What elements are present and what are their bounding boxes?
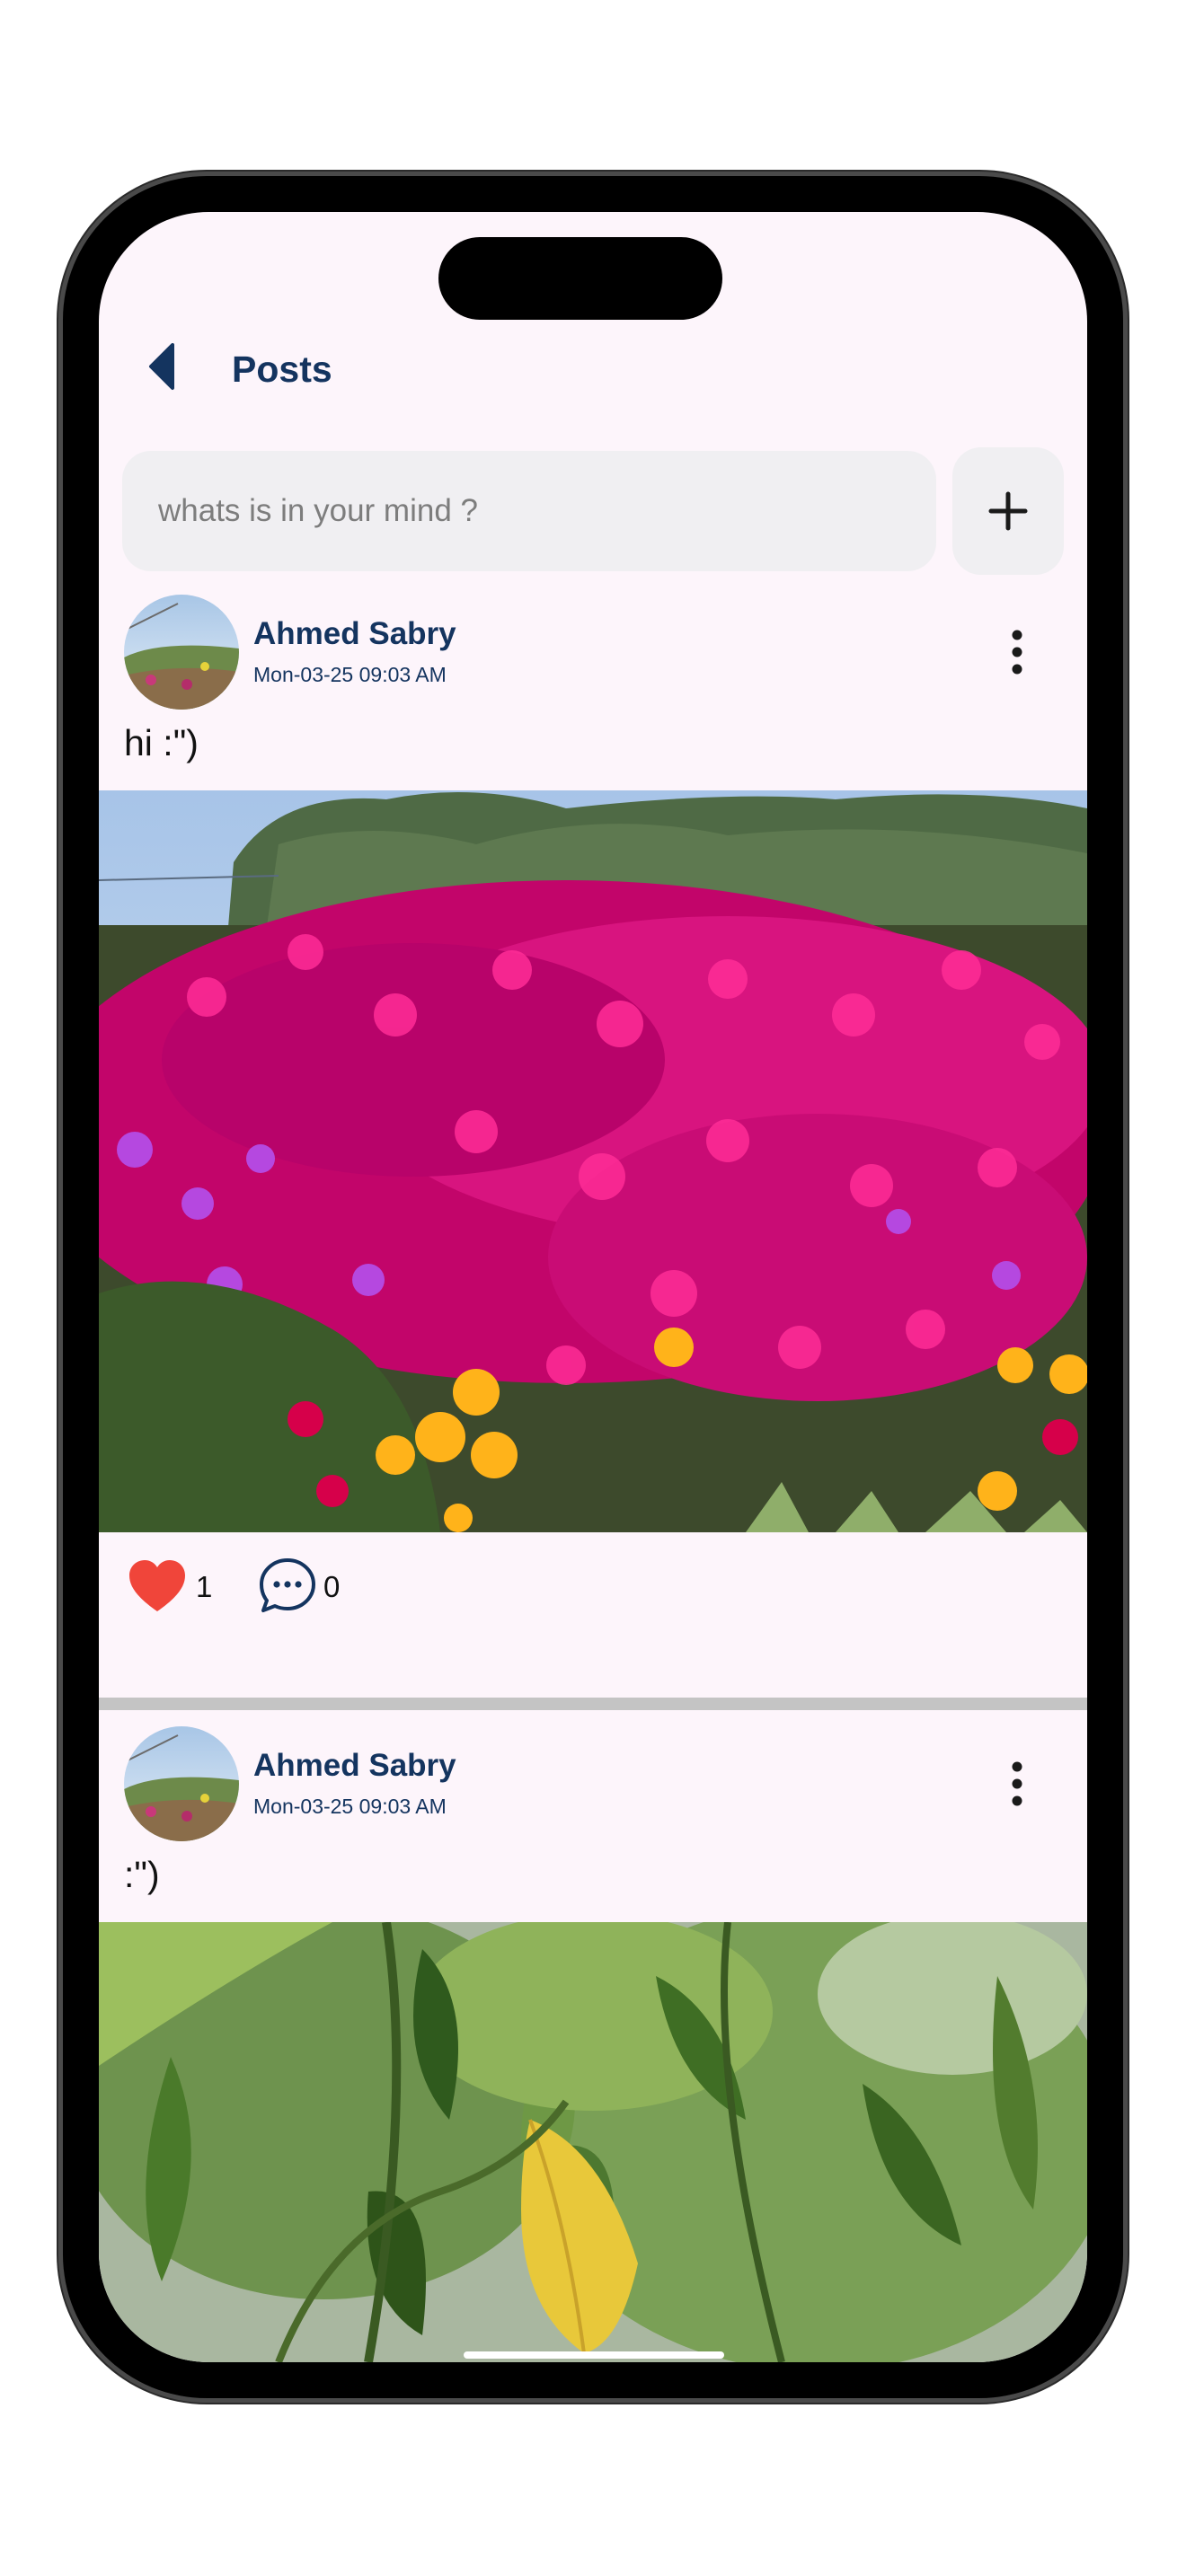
- phone-frame: Posts whats is in your mind ? Ahmed Sabr…: [63, 176, 1123, 2398]
- post-timestamp: Mon-03-25 09:03 AM: [253, 1795, 447, 1818]
- post-composer: [122, 447, 1064, 578]
- comment-button[interactable]: [257, 1556, 318, 1617]
- post-actions: 1 0: [99, 1547, 1087, 1628]
- like-button[interactable]: [128, 1557, 187, 1617]
- app-screen: Posts whats is in your mind ? Ahmed Sabr…: [99, 212, 1087, 2362]
- more-vertical-icon: [1012, 630, 1022, 675]
- plus-icon: [988, 491, 1028, 531]
- post-options-button[interactable]: [990, 1748, 1044, 1820]
- post-header: Ahmed Sabry Mon-03-25 09:03 AM: [99, 1721, 1087, 1847]
- post-card: Ahmed Sabry Mon-03-25 09:03 AM hi :") 1 …: [99, 589, 1087, 1694]
- comment-icon: [260, 1558, 315, 1612]
- post-options-button[interactable]: [990, 616, 1044, 688]
- post-divider: [99, 1698, 1087, 1710]
- post-author[interactable]: Ahmed Sabry: [253, 1748, 456, 1784]
- avatar[interactable]: [124, 595, 239, 710]
- like-count: 1: [196, 1570, 213, 1603]
- post-image[interactable]: [99, 790, 1087, 1532]
- post-image[interactable]: [99, 1922, 1087, 2362]
- more-vertical-icon: [1012, 1761, 1022, 1806]
- post-timestamp: Mon-03-25 09:03 AM: [253, 663, 447, 686]
- back-arrow-icon: [149, 343, 174, 390]
- post-text: hi :"): [124, 722, 199, 763]
- post-text: :"): [124, 1854, 160, 1895]
- avatar[interactable]: [124, 1726, 239, 1841]
- app-bar: Posts: [99, 329, 1087, 410]
- post-input[interactable]: [122, 451, 936, 571]
- add-post-button[interactable]: [952, 447, 1064, 575]
- dynamic-island: [438, 237, 722, 320]
- back-button[interactable]: [135, 340, 189, 393]
- post-card: Ahmed Sabry Mon-03-25 09:03 AM :"): [99, 1721, 1087, 2362]
- heart-icon: [129, 1560, 185, 1611]
- comment-count: 0: [323, 1570, 341, 1603]
- post-header: Ahmed Sabry Mon-03-25 09:03 AM: [99, 589, 1087, 715]
- home-indicator[interactable]: [464, 2351, 724, 2359]
- post-author[interactable]: Ahmed Sabry: [253, 616, 456, 652]
- page-title: Posts: [232, 348, 332, 390]
